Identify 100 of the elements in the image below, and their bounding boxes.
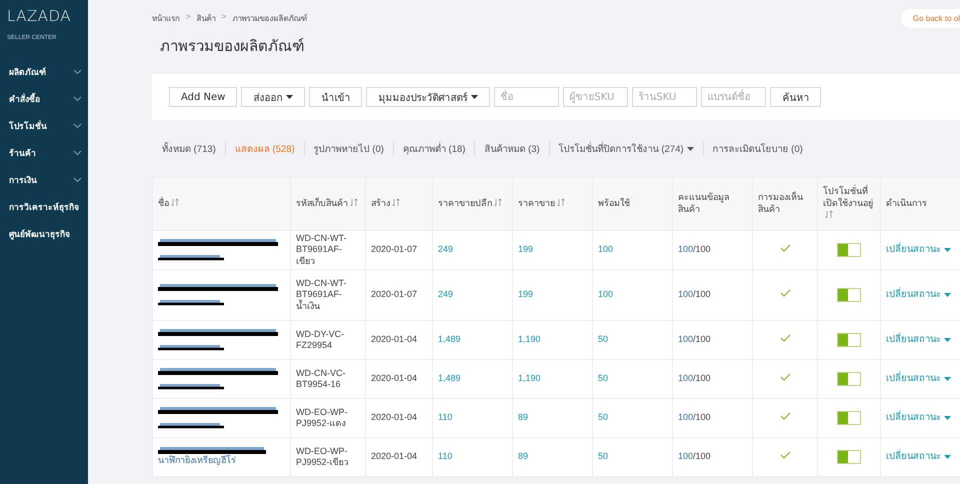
table-cell: WD-CN-VC-BT9954-16 [296,368,346,389]
content-score: 100/100 [678,451,711,462]
price-link[interactable]: 1,489 [438,334,461,344]
column-header[interactable]: ราคาขาย [518,198,555,210]
column-header: คะแนนข้อมูลสินค้า [678,192,731,216]
content-score: 100/100 [678,334,711,344]
toolbar-button[interactable]: นำเข้า [309,87,362,107]
go-back-button[interactable]: Go back to ol [900,9,960,28]
price-link[interactable]: 249 [438,244,454,254]
price-link[interactable]: 1,190 [518,334,541,344]
breadcrumb-separator: > [186,12,191,23]
column-header[interactable]: ราคาขายปลีก [438,198,492,210]
column-header: ดำเนินการ [886,198,927,210]
toggle-switch[interactable] [837,450,861,464]
table-cell: 2020-01-04 [371,451,418,462]
toggle-switch[interactable] [837,243,861,257]
filter-tab[interactable]: คุณภาพต่ำ (18) [402,141,466,156]
sort-icon[interactable] [557,198,565,208]
sort-icon[interactable] [171,198,179,208]
caret-icon [286,95,294,99]
column-header: การมองเห็นสินค้า [758,192,804,216]
sidebar-item[interactable]: ศูนย์พัฒนาธุรกิจ [0,220,88,247]
dropdown-button[interactable]: ส่งออก [241,87,306,107]
toggle-switch[interactable] [837,411,861,425]
change-status-dropdown[interactable]: เปลี่ยนสถานะ [886,289,951,300]
price-link[interactable]: 89 [518,412,528,422]
content-score: 100/100 [678,244,711,254]
table-cell: WD-CN-WT-BT9691AF-เขียว [296,233,346,266]
content-score: 100/100 [678,373,711,384]
toolbar-button[interactable]: Add New [169,87,238,107]
stock-link[interactable]: 50 [598,334,608,344]
price-link[interactable]: 110 [438,412,452,422]
stock-link[interactable]: 100 [598,289,614,300]
toggle-switch[interactable] [837,288,861,302]
dropdown-button[interactable]: มุมมองประวัติศาสตร์ [366,87,490,107]
sidebar-item[interactable]: ร้านค้า [0,139,88,166]
content-score: 100/100 [678,412,711,422]
column-header[interactable]: ชื่อ [158,198,169,210]
table-cell: 2020-01-04 [371,373,418,384]
search-field[interactable]: ร้านSKU [632,87,698,107]
search-field[interactable]: ผู้ขายSKU [563,87,628,107]
caret-icon [944,338,951,342]
stock-link[interactable]: 100 [598,244,614,254]
chevron-down-icon [73,68,82,74]
table-cell: 2020-01-07 [371,289,418,300]
price-link[interactable]: 199 [518,244,534,254]
toggle-switch[interactable] [837,372,861,386]
filter-tab[interactable]: รูปภาพหายไป (0) [314,141,384,156]
sidebar-item[interactable]: ผลิตภัณฑ์ [0,58,88,85]
toolbar-button[interactable]: ค้นหา [770,87,822,107]
price-link[interactable]: 1,190 [518,373,541,384]
table-cell: WD-CN-WT-BT9691AF-น้ำเงิน [296,278,346,311]
sort-icon[interactable] [825,210,833,219]
table-cell: WD-DY-VC-FZ29954 [296,328,344,350]
chevron-down-icon [73,150,82,156]
breadcrumb-item[interactable]: สินค้า [196,12,216,25]
chevron-down-icon [73,96,82,102]
sidebar-item[interactable]: การเงิน [0,166,88,193]
caret-icon [471,95,478,99]
stock-link[interactable]: 50 [598,412,608,422]
toggle-switch[interactable] [837,333,861,347]
table-cell: 2020-01-04 [371,412,418,422]
breadcrumb-item[interactable]: หน้าแรก [152,12,180,25]
price-link[interactable]: 1,489 [438,373,461,384]
breadcrumb-item: ภาพรวมของผลิตภัณฑ์ [232,12,308,25]
logo-text: LAZADA [7,7,72,25]
column-header[interactable]: รหัสเก็บสินค้า [296,198,348,210]
stock-link[interactable]: 50 [598,451,608,462]
column-header[interactable]: สร้าง [371,198,390,210]
table-cell: 2020-01-04 [371,334,418,344]
search-field[interactable]: แบรนด์ชื่อ [701,87,766,107]
caret-icon [944,293,951,298]
table-cell: 2020-01-07 [371,244,418,254]
price-link[interactable]: 249 [438,289,454,300]
caret-icon [944,377,951,382]
filter-tab[interactable]: ทั้งหมด (713) [162,141,216,156]
caret-icon [944,248,951,252]
content-score: 100/100 [678,289,711,300]
sort-icon[interactable] [494,198,502,208]
price-link[interactable]: 89 [518,451,528,462]
sidebar-item[interactable]: คำสั่งซื้อ [0,85,88,112]
sort-icon[interactable] [392,198,400,208]
stock-link[interactable]: 50 [598,373,608,384]
table-cell: WD-EO-WP-PJ9952-เขียว [296,446,349,467]
caret-icon [944,455,951,460]
sidebar-item[interactable]: โปรโมชั่น [0,112,88,139]
page-title: ภาพรวมของผลิตภัณฑ์ [160,37,305,57]
filter-tab[interactable]: โปรโมชั่นที่ปิดการใช้งาน (274) [558,141,694,156]
sort-icon[interactable] [350,198,358,208]
breadcrumb-separator: > [222,12,226,23]
filter-tab[interactable]: การละเมิดนโยบาย (0) [712,141,803,156]
price-link[interactable]: 199 [518,289,534,300]
caret-icon [686,146,694,150]
sidebar-item[interactable]: การวิเคราะห์ธุรกิจ [0,193,88,220]
chevron-down-icon [73,176,82,182]
price-link[interactable]: 110 [438,451,452,462]
filter-tab[interactable]: สินค้าหมด (3) [484,141,540,156]
column-header: พร้อมใช้ [598,198,630,210]
chevron-down-icon [73,122,82,128]
search-field[interactable]: ชื่อ [494,87,560,107]
